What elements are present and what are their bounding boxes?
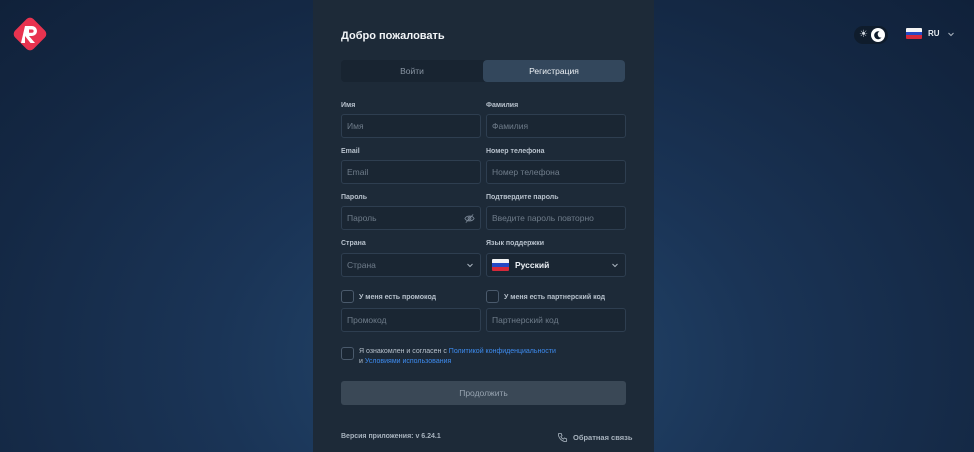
email-label: Email <box>341 148 360 155</box>
eye-off-icon[interactable] <box>464 213 475 224</box>
terms-of-use-link[interactable]: Условиями использования <box>365 358 451 365</box>
tab-register[interactable]: Регистрация <box>483 60 625 82</box>
phone-icon <box>557 432 568 443</box>
sun-icon: ☀ <box>859 29 868 40</box>
brand-logo[interactable] <box>12 16 48 52</box>
phone-placeholder: Номер телефона <box>492 167 560 177</box>
feedback-link[interactable]: Обратная связь <box>557 432 632 443</box>
partner-code-placeholder: Партнерский код <box>492 315 559 325</box>
partner-checkbox[interactable] <box>486 290 499 303</box>
chevron-down-icon <box>467 263 473 268</box>
russia-flag-icon <box>906 28 922 39</box>
language-selector[interactable]: RU <box>906 28 956 39</box>
brand-logo-icon <box>13 17 47 51</box>
password-field[interactable]: Пароль <box>341 206 481 230</box>
email-placeholder: Email <box>347 167 369 177</box>
feedback-label: Обратная связь <box>573 433 633 442</box>
agreement-checkbox[interactable] <box>341 347 354 360</box>
first-name-placeholder: Имя <box>347 121 364 131</box>
country-select[interactable]: Страна <box>341 253 481 277</box>
last-name-field[interactable]: Фамилия <box>486 114 626 138</box>
last-name-placeholder: Фамилия <box>492 121 529 131</box>
support-language-select[interactable]: Русский <box>486 253 626 277</box>
app-version: Версия приложения: v 6.24.1 <box>341 433 441 440</box>
confirm-password-placeholder: Введите пароль повторно <box>492 213 594 223</box>
first-name-field[interactable]: Имя <box>341 114 481 138</box>
last-name-label: Фамилия <box>486 102 519 109</box>
confirm-password-field[interactable]: Введите пароль повторно <box>486 206 626 230</box>
promo-code-field[interactable]: Промокод <box>341 308 481 332</box>
privacy-policy-link[interactable]: Политикой конфиденциальности <box>449 348 556 355</box>
support-language-label: Язык поддержки <box>486 240 545 247</box>
promo-code-placeholder: Промокод <box>347 315 387 325</box>
promo-checkbox[interactable] <box>341 290 354 303</box>
email-field[interactable]: Email <box>341 160 481 184</box>
promo-checkbox-label: У меня есть промокод <box>359 294 437 301</box>
moon-icon <box>871 28 885 42</box>
page-title: Добро пожаловать <box>341 30 445 42</box>
password-placeholder: Пароль <box>347 213 377 223</box>
support-language-value: Русский <box>515 260 550 270</box>
agreement-prefix: Я ознакомлен и согласен с <box>359 348 449 355</box>
chevron-down-icon <box>947 32 954 36</box>
password-label: Пароль <box>341 194 368 201</box>
country-select-value: Страна <box>347 260 376 270</box>
agreement-text: Я ознакомлен и согласен с Политикой конф… <box>359 347 556 367</box>
tab-login[interactable]: Войти <box>341 60 483 82</box>
confirm-password-label: Подтвердите пароль <box>486 194 559 201</box>
partner-checkbox-label: У меня есть партнерский код <box>504 294 606 301</box>
language-code: RU <box>928 29 940 38</box>
phone-label: Номер телефона <box>486 148 545 155</box>
auth-tabs: Войти Регистрация <box>341 60 625 82</box>
continue-button[interactable]: Продолжить <box>341 381 626 405</box>
country-label: Страна <box>341 240 366 247</box>
theme-toggle[interactable]: ☀ <box>854 26 888 44</box>
chevron-down-icon <box>612 263 618 268</box>
first-name-label: Имя <box>341 102 356 109</box>
partner-code-field[interactable]: Партнерский код <box>486 308 626 332</box>
phone-field[interactable]: Номер телефона <box>486 160 626 184</box>
russia-flag-icon <box>492 259 509 271</box>
registration-panel: Добро пожаловать Войти Регистрация Имя И… <box>313 0 654 452</box>
